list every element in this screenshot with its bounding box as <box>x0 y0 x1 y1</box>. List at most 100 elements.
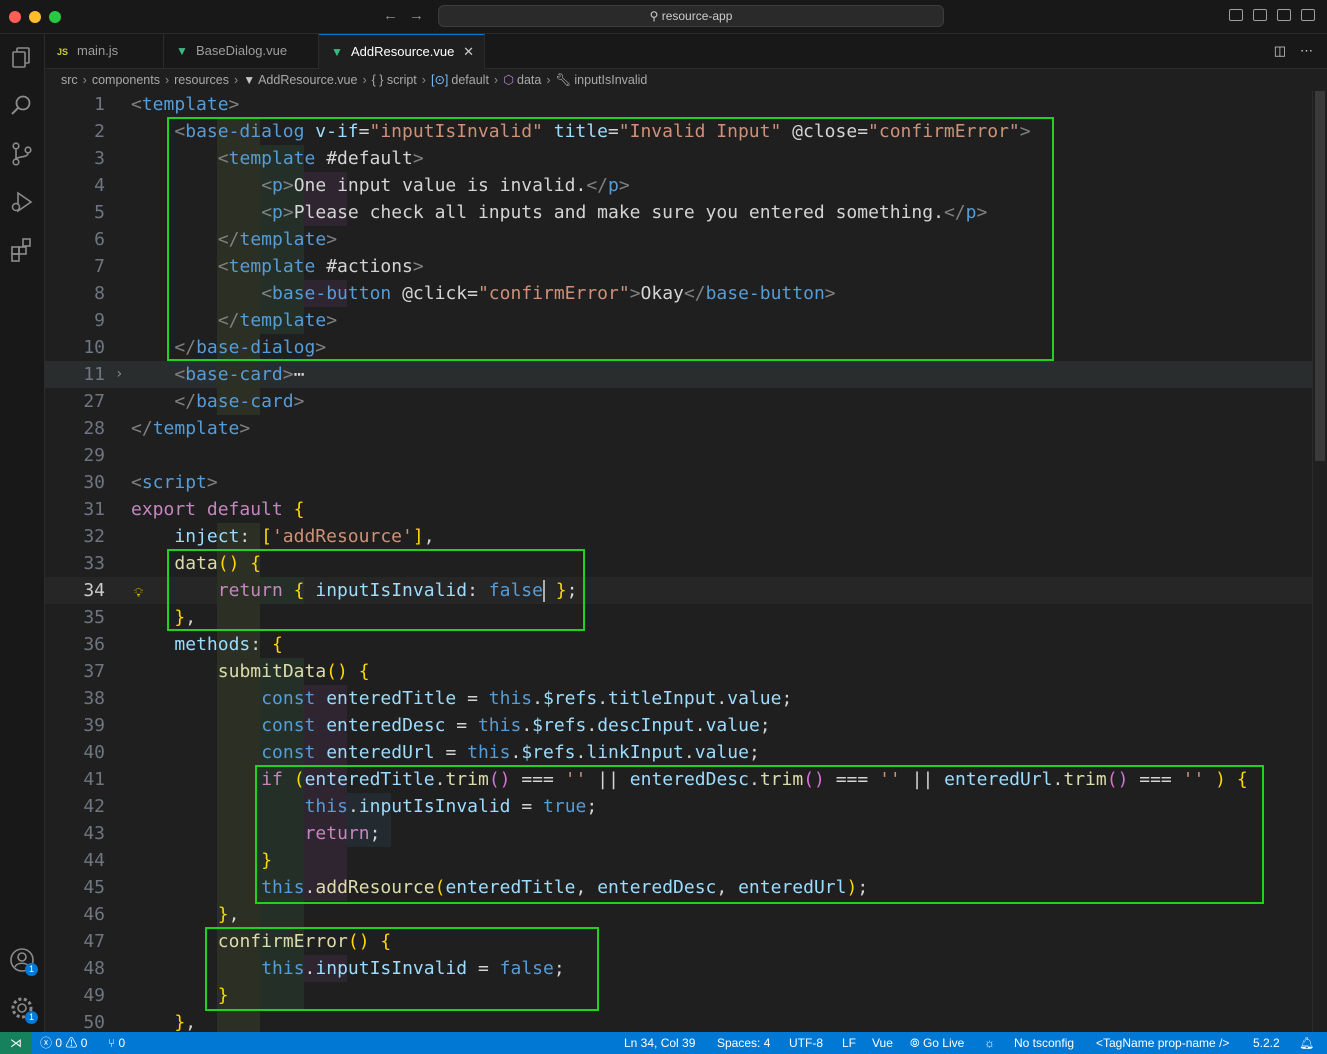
code-line[interactable]: 28 </template> <box>45 415 1312 442</box>
close-icon[interactable]: ✕ <box>463 35 474 69</box>
javascript-file-icon: JS <box>57 47 69 57</box>
accounts-button[interactable]: 1 <box>8 946 38 976</box>
line-number: 10 <box>83 337 105 358</box>
code-line[interactable]: 7 <template #actions> <box>45 253 1312 280</box>
toggle-secondary-sidebar-icon[interactable] <box>1277 9 1291 21</box>
breadcrumb-item[interactable]: data <box>517 73 541 87</box>
toggle-primary-sidebar-icon[interactable] <box>1229 9 1243 21</box>
editor-scrollbar[interactable] <box>1312 91 1327 1032</box>
ports-indicator[interactable]: ⑂ 0 <box>108 1032 125 1054</box>
code-line[interactable]: 1 <template> <box>45 91 1312 118</box>
search-icon[interactable] <box>8 92 36 120</box>
code-line[interactable]: 33 data() { <box>45 550 1312 577</box>
code-line[interactable]: 48 this.inputIsInvalid = false; <box>45 955 1312 982</box>
indentation[interactable]: Spaces: 4 <box>717 1032 770 1054</box>
command-center-search[interactable]: ⚲ resource-app <box>438 5 944 27</box>
ports-count: 0 <box>118 1036 126 1050</box>
scrollbar-thumb[interactable] <box>1315 91 1325 461</box>
line-number: 5 <box>94 202 105 223</box>
line-number: 39 <box>83 715 105 736</box>
line-number: 50 <box>83 1012 105 1032</box>
breadcrumb-item[interactable]: components <box>92 73 160 87</box>
code-text: </template> <box>131 307 337 334</box>
sun-icon[interactable]: ☼ <box>984 1032 995 1054</box>
remote-indicator[interactable]: ⋊ <box>0 1032 32 1054</box>
maximize-window-button[interactable] <box>49 11 61 23</box>
code-line[interactable]: 32 inject: ['addResource'], <box>45 523 1312 550</box>
source-control-icon[interactable] <box>8 140 36 168</box>
code-line[interactable]: 47 confirmError() { <box>45 928 1312 955</box>
code-line[interactable]: 49} <box>45 982 1312 1009</box>
line-number: 41 <box>83 769 105 790</box>
code-line[interactable]: 43 return; <box>45 820 1312 847</box>
notifications-bell-icon[interactable]: 🔔︎ <box>1299 1032 1314 1054</box>
encoding[interactable]: UTF-8 <box>789 1032 823 1054</box>
line-number: 9 <box>94 310 105 331</box>
breadcrumb-item[interactable]: src <box>61 73 78 87</box>
code-line[interactable]: 39 const enteredDesc = this.$refs.descInp… <box>45 712 1312 739</box>
breadcrumb-item[interactable]: AddResource.vue <box>258 73 357 87</box>
tsconfig-status[interactable]: No tsconfig <box>1014 1032 1074 1054</box>
minimize-window-button[interactable] <box>29 11 41 23</box>
forward-arrow-icon[interactable]: → <box>409 7 424 24</box>
breadcrumb-item[interactable]: resources <box>174 73 229 87</box>
problems-indicator[interactable]: ⓧ 0 ⚠ 0 <box>40 1032 87 1054</box>
code-line[interactable]: 3 <template #default> <box>45 145 1312 172</box>
code-line[interactable]: 42 this.inputIsInvalid = true; <box>45 793 1312 820</box>
code-line[interactable]: 46}, <box>45 901 1312 928</box>
cursor-position[interactable]: Ln 34, Col 39 <box>624 1032 695 1054</box>
ts-version[interactable]: 5.2.2 <box>1253 1032 1280 1054</box>
close-window-button[interactable] <box>9 11 21 23</box>
code-line[interactable]: 35}, <box>45 604 1312 631</box>
line-number: 30 <box>83 472 105 493</box>
breadcrumb-item[interactable]: { } script <box>372 73 417 87</box>
code-line[interactable]: 2 <base-dialog v-if="inputIsInvalid" titl… <box>45 118 1312 145</box>
fold-chevron-icon[interactable]: › <box>115 361 123 388</box>
go-live-button[interactable]: ⦾ Go Live <box>910 1032 964 1054</box>
line-number: 36 <box>83 634 105 655</box>
code-line[interactable]: 30 <script> <box>45 469 1312 496</box>
code-text: <template> <box>131 94 240 115</box>
code-text: } <box>131 982 304 1009</box>
code-line[interactable]: 45 this.addResource(enteredTitle, entered… <box>45 874 1312 901</box>
code-line[interactable]: 8 <base-button @click="confirmError">Okay… <box>45 280 1312 307</box>
manage-button[interactable]: 1 <box>8 994 38 1024</box>
code-line[interactable]: 5 <p>Please check all inputs and make sur… <box>45 199 1312 226</box>
code-line[interactable]: 34 💡︎ return { inputIsInvalid: false }; <box>45 577 1312 604</box>
run-debug-icon[interactable] <box>8 188 36 216</box>
code-line[interactable]: 11 › <base-card>⋯ <box>45 361 1312 388</box>
code-line[interactable]: 50}, <box>45 1009 1312 1032</box>
code-line[interactable]: 29 <box>45 442 1312 469</box>
tagname-case[interactable]: <TagName prop-name /> <box>1096 1032 1229 1054</box>
code-line[interactable]: 36 methods: { <box>45 631 1312 658</box>
code-line[interactable]: 10 </base-dialog> <box>45 334 1312 361</box>
extensions-icon[interactable] <box>8 236 36 264</box>
language-mode[interactable]: Vue <box>872 1032 893 1054</box>
back-arrow-icon[interactable]: ← <box>383 7 398 24</box>
code-line[interactable]: 31 export default { <box>45 496 1312 523</box>
toggle-panel-icon[interactable] <box>1253 9 1267 21</box>
line-number: 6 <box>94 229 105 250</box>
tab-addresource-vue[interactable]: ▼ AddResource.vue ✕ <box>319 34 485 69</box>
code-line[interactable]: 44} <box>45 847 1312 874</box>
end-of-line[interactable]: LF <box>842 1032 856 1054</box>
tab-main-js[interactable]: JS main.js <box>45 34 164 69</box>
code-line[interactable]: 4 <p>One input value is invalid.</p> <box>45 172 1312 199</box>
code-line[interactable]: 27 </base-card> <box>45 388 1312 415</box>
code-text: }, <box>131 1009 261 1032</box>
breadcrumb-item[interactable]: inputIsInvalid <box>574 73 647 87</box>
code-line[interactable]: 37 submitData() { <box>45 658 1312 685</box>
customize-layout-icon[interactable] <box>1301 9 1315 21</box>
code-line[interactable]: 38 const enteredTitle = this.$refs.titleI… <box>45 685 1312 712</box>
explorer-icon[interactable] <box>8 44 36 72</box>
settings-badge: 1 <box>25 1011 38 1024</box>
breadcrumb-item[interactable]: default <box>451 73 489 87</box>
code-line[interactable]: 9 </template> <box>45 307 1312 334</box>
code-line[interactable]: 6 </template> <box>45 226 1312 253</box>
tab-basedialog-vue[interactable]: ▼ BaseDialog.vue <box>164 34 319 69</box>
split-editor-icon[interactable]: ◫ <box>1274 43 1286 59</box>
code-line[interactable]: 41 if (enteredTitle.trim() === '' || ente… <box>45 766 1312 793</box>
more-actions-icon[interactable]: ⋯ <box>1300 43 1313 59</box>
code-editor[interactable]: 1 <template> 2 <base-dialog v-if="inputIsIn… <box>45 91 1312 1032</box>
code-line[interactable]: 40 const enteredUrl = this.$refs.linkInpu… <box>45 739 1312 766</box>
